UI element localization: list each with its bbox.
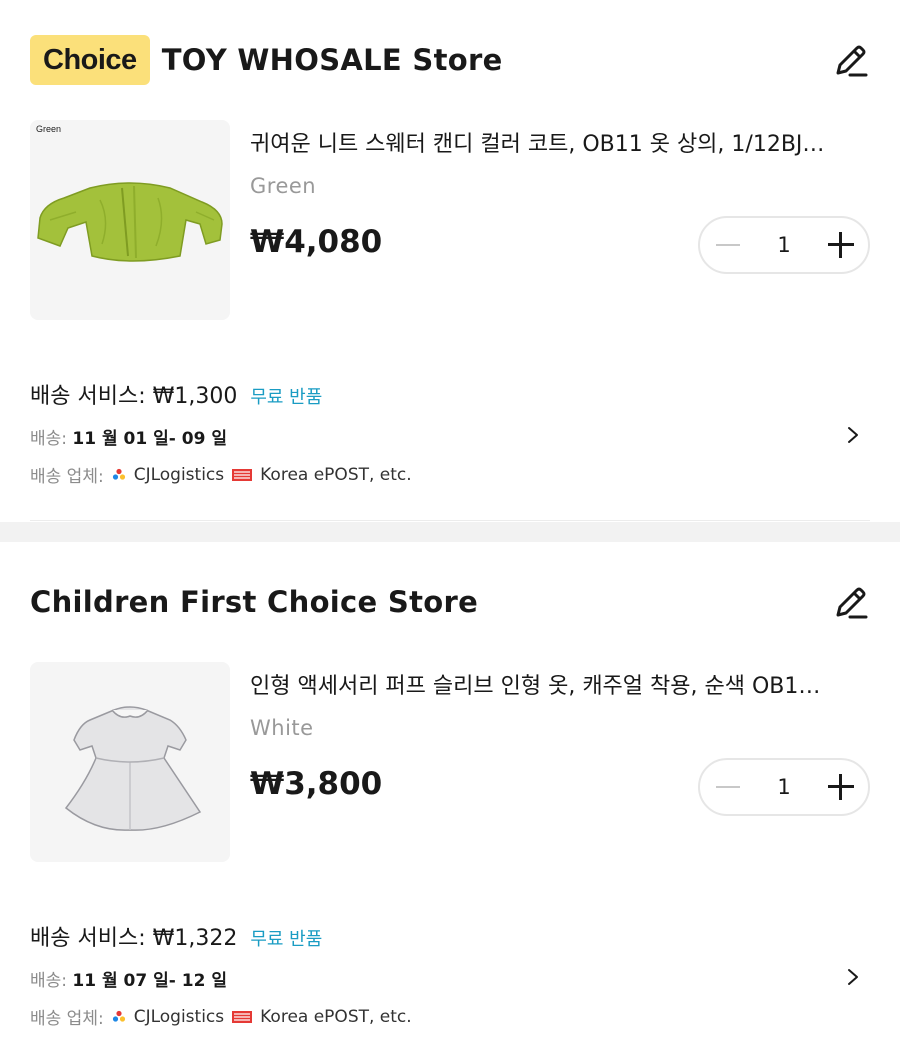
delivery-label: 배송: [30, 971, 68, 991]
carrier-cj: CJLogistics [133, 464, 225, 485]
cart-item: 인형 액세서리 퍼프 슬리브 인형 옷, 캐주얼 착용, 순색 OB1… Whi… [30, 662, 870, 862]
product-price: ₩3,800 [250, 766, 383, 802]
shipping-service-label: 배송 서비스: [30, 384, 146, 409]
white-dress-image [64, 706, 202, 831]
delivery-label: 배송: [30, 429, 68, 449]
store-section-children-first: Children First Choice Store 인형 액세서리 퍼프 슬… [0, 542, 900, 1053]
delivery-dates-row: 배송: 11 월 01 일- 09 일 [30, 424, 227, 449]
delivery-dates: 11 월 07 일- 12 일 [72, 971, 227, 991]
product-image[interactable] [30, 662, 230, 862]
green-cardigan-image [37, 182, 223, 262]
plus-icon[interactable] [826, 772, 856, 802]
cj-logo-icon [112, 468, 125, 480]
shipping-price: ₩1,300 [152, 384, 238, 409]
pencil-icon[interactable] [830, 583, 870, 623]
carrier-cj: CJLogistics [133, 1006, 225, 1027]
free-return-label: 무료 반품 [250, 929, 323, 950]
korea-post-logo-icon [232, 468, 253, 481]
shipping-service: 배송 서비스: ₩1,300 무료 반품 [30, 378, 322, 410]
product-image[interactable]: Green [30, 120, 230, 320]
shipping-service-label: 배송 서비스: [30, 926, 146, 951]
korea-post-logo-icon [232, 1010, 253, 1023]
carriers-label: 배송 업체: [30, 1009, 104, 1029]
store-separator [0, 522, 900, 542]
chevron-right-icon[interactable] [846, 426, 860, 444]
plus-icon[interactable] [826, 230, 856, 260]
product-variant[interactable]: Green [250, 174, 316, 198]
carriers-label: 배송 업체: [30, 467, 104, 487]
minus-icon[interactable] [714, 231, 742, 259]
quantity-stepper: 1 [698, 216, 870, 274]
carriers-row: 배송 업체: CJLogistics Korea ePOST, etc. [30, 1004, 412, 1030]
product-variant[interactable]: White [250, 716, 314, 740]
store-name[interactable]: Children First Choice Store [30, 585, 478, 619]
carrier-korea-post: Korea ePOST, etc. [260, 464, 412, 485]
shipping-price: ₩1,322 [152, 926, 238, 951]
carrier-korea-post: Korea ePOST, etc. [260, 1006, 412, 1027]
minus-icon[interactable] [714, 773, 742, 801]
shipping-info[interactable]: 배송 서비스: ₩1,322 무료 반품 배송: 11 월 07 일- 12 일… [30, 920, 870, 1040]
product-title[interactable]: 인형 액세서리 퍼프 슬리브 인형 옷, 캐주얼 착용, 순색 OB1… [250, 668, 870, 700]
free-return-label: 무료 반품 [250, 387, 323, 408]
product-price: ₩4,080 [250, 224, 383, 260]
cart-item: Green 귀여운 니트 스웨터 캔디 컬러 코트, OB11 옷 상의, 1/… [30, 120, 870, 320]
cj-logo-icon [112, 1010, 125, 1022]
carriers-row: 배송 업체: CJLogistics Korea ePOST, etc. [30, 462, 412, 488]
store-name[interactable]: TOY WHOSALE Store [162, 43, 503, 77]
product-title[interactable]: 귀여운 니트 스웨터 캔디 컬러 코트, OB11 옷 상의, 1/12BJ… [250, 126, 870, 158]
pencil-icon[interactable] [830, 41, 870, 81]
quantity-stepper: 1 [698, 758, 870, 816]
shipping-info[interactable]: 배송 서비스: ₩1,300 무료 반품 배송: 11 월 01 일- 09 일… [30, 378, 870, 498]
quantity-value: 1 [777, 233, 791, 257]
store-header: Choice TOY WHOSALE Store [30, 35, 870, 85]
chevron-right-icon[interactable] [846, 968, 860, 986]
store-section-toy-whosale: Choice TOY WHOSALE Store Green 귀여운 니트 스웨… [0, 0, 900, 522]
delivery-dates-row: 배송: 11 월 07 일- 12 일 [30, 966, 227, 991]
choice-badge: Choice [30, 35, 150, 85]
section-divider-line [30, 520, 870, 521]
delivery-dates: 11 월 01 일- 09 일 [72, 429, 227, 449]
store-header: Children First Choice Store [30, 577, 870, 627]
shipping-service: 배송 서비스: ₩1,322 무료 반품 [30, 920, 322, 952]
quantity-value: 1 [777, 775, 791, 799]
